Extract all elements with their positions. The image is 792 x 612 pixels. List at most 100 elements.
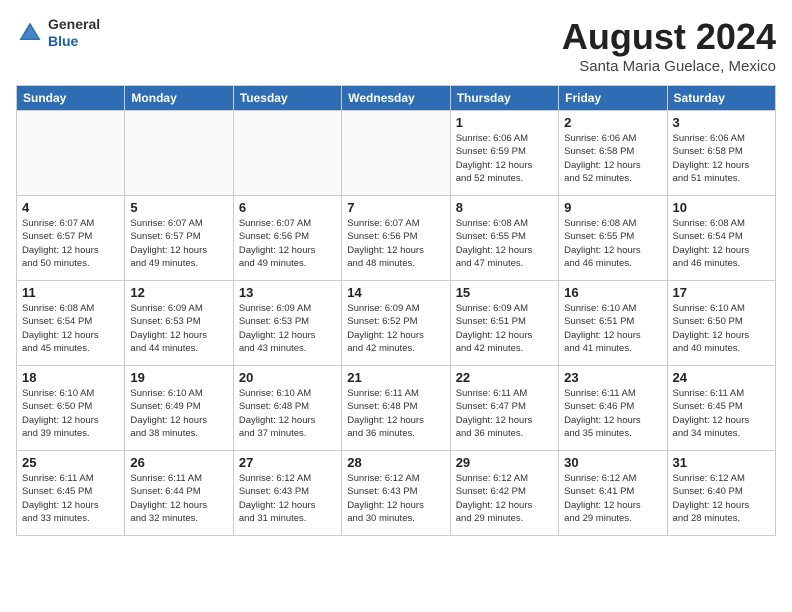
day-number: 13 bbox=[239, 285, 336, 300]
day-info: Sunrise: 6:11 AM Sunset: 6:46 PM Dayligh… bbox=[564, 387, 661, 440]
day-number: 30 bbox=[564, 455, 661, 470]
calendar-day-cell bbox=[17, 111, 125, 196]
day-number: 11 bbox=[22, 285, 119, 300]
day-number: 15 bbox=[456, 285, 553, 300]
day-info: Sunrise: 6:10 AM Sunset: 6:51 PM Dayligh… bbox=[564, 302, 661, 355]
day-number: 1 bbox=[456, 115, 553, 130]
calendar-day-cell: 5 Sunrise: 6:07 AM Sunset: 6:57 PM Daylig… bbox=[125, 196, 233, 281]
day-number: 23 bbox=[564, 370, 661, 385]
calendar-day-cell: 16 Sunrise: 6:10 AM Sunset: 6:51 PM Dayli… bbox=[559, 281, 667, 366]
calendar-day-cell: 2Sunrise: 6:06 AM Sunset: 6:58 PM Daylig… bbox=[559, 111, 667, 196]
logo-icon bbox=[16, 19, 44, 47]
day-info: Sunrise: 6:11 AM Sunset: 6:45 PM Dayligh… bbox=[673, 387, 770, 440]
day-info: Sunrise: 6:07 AM Sunset: 6:56 PM Dayligh… bbox=[239, 217, 336, 270]
calendar-table: SundayMondayTuesdayWednesdayThursdayFrid… bbox=[16, 85, 776, 536]
calendar-day-cell: 18 Sunrise: 6:10 AM Sunset: 6:50 PM Dayli… bbox=[17, 366, 125, 451]
day-number: 18 bbox=[22, 370, 119, 385]
day-info: Sunrise: 6:11 AM Sunset: 6:44 PM Dayligh… bbox=[130, 472, 227, 525]
day-info: Sunrise: 6:12 AM Sunset: 6:43 PM Dayligh… bbox=[347, 472, 444, 525]
day-number: 3 bbox=[673, 115, 770, 130]
day-number: 9 bbox=[564, 200, 661, 215]
location-subtitle: Santa Maria Guelace, Mexico bbox=[562, 58, 776, 75]
calendar-week-row: 25Sunrise: 6:11 AM Sunset: 6:45 PM Dayli… bbox=[17, 451, 776, 536]
day-number: 24 bbox=[673, 370, 770, 385]
day-info: Sunrise: 6:10 AM Sunset: 6:48 PM Dayligh… bbox=[239, 387, 336, 440]
calendar-day-cell: 1 Sunrise: 6:06 AM Sunset: 6:59 PM Daylig… bbox=[450, 111, 558, 196]
day-info: Sunrise: 6:08 AM Sunset: 6:54 PM Dayligh… bbox=[22, 302, 119, 355]
calendar-day-header: Saturday bbox=[667, 86, 775, 111]
day-info: Sunrise: 6:09 AM Sunset: 6:52 PM Dayligh… bbox=[347, 302, 444, 355]
day-number: 16 bbox=[564, 285, 661, 300]
day-number: 14 bbox=[347, 285, 444, 300]
calendar-week-row: 11 Sunrise: 6:08 AM Sunset: 6:54 PM Dayli… bbox=[17, 281, 776, 366]
calendar-day-cell: 14 Sunrise: 6:09 AM Sunset: 6:52 PM Dayli… bbox=[342, 281, 450, 366]
calendar-day-cell: 9 Sunrise: 6:08 AM Sunset: 6:55 PM Daylig… bbox=[559, 196, 667, 281]
calendar-day-cell: 8 Sunrise: 6:08 AM Sunset: 6:55 PM Daylig… bbox=[450, 196, 558, 281]
day-info: Sunrise: 6:06 AM Sunset: 6:59 PM Dayligh… bbox=[456, 132, 553, 185]
calendar-day-cell: 7Sunrise: 6:07 AM Sunset: 6:56 PM Daylig… bbox=[342, 196, 450, 281]
calendar-day-cell: 30 Sunrise: 6:12 AM Sunset: 6:41 PM Dayli… bbox=[559, 451, 667, 536]
day-number: 5 bbox=[130, 200, 227, 215]
calendar-day-cell bbox=[125, 111, 233, 196]
day-number: 20 bbox=[239, 370, 336, 385]
calendar-day-cell: 12Sunrise: 6:09 AM Sunset: 6:53 PM Dayli… bbox=[125, 281, 233, 366]
calendar-day-cell: 22Sunrise: 6:11 AM Sunset: 6:47 PM Dayli… bbox=[450, 366, 558, 451]
day-number: 19 bbox=[130, 370, 227, 385]
title-area: August 2024 Santa Maria Guelace, Mexico bbox=[562, 16, 776, 75]
calendar-day-cell: 17Sunrise: 6:10 AM Sunset: 6:50 PM Dayli… bbox=[667, 281, 775, 366]
day-info: Sunrise: 6:12 AM Sunset: 6:40 PM Dayligh… bbox=[673, 472, 770, 525]
day-info: Sunrise: 6:07 AM Sunset: 6:57 PM Dayligh… bbox=[22, 217, 119, 270]
calendar-day-cell: 24 Sunrise: 6:11 AM Sunset: 6:45 PM Dayli… bbox=[667, 366, 775, 451]
calendar-day-cell: 19Sunrise: 6:10 AM Sunset: 6:49 PM Dayli… bbox=[125, 366, 233, 451]
day-info: Sunrise: 6:11 AM Sunset: 6:45 PM Dayligh… bbox=[22, 472, 119, 525]
day-info: Sunrise: 6:06 AM Sunset: 6:58 PM Dayligh… bbox=[673, 132, 770, 185]
logo-general-text: General bbox=[48, 16, 100, 33]
day-number: 21 bbox=[347, 370, 444, 385]
calendar-day-header: Tuesday bbox=[233, 86, 341, 111]
calendar-day-header: Wednesday bbox=[342, 86, 450, 111]
day-number: 31 bbox=[673, 455, 770, 470]
day-number: 6 bbox=[239, 200, 336, 215]
calendar-day-cell: 23 Sunrise: 6:11 AM Sunset: 6:46 PM Dayli… bbox=[559, 366, 667, 451]
calendar-day-cell: 21Sunrise: 6:11 AM Sunset: 6:48 PM Dayli… bbox=[342, 366, 450, 451]
calendar-day-header: Sunday bbox=[17, 86, 125, 111]
day-number: 10 bbox=[673, 200, 770, 215]
day-info: Sunrise: 6:09 AM Sunset: 6:53 PM Dayligh… bbox=[239, 302, 336, 355]
month-title: August 2024 bbox=[562, 16, 776, 58]
day-info: Sunrise: 6:08 AM Sunset: 6:55 PM Dayligh… bbox=[456, 217, 553, 270]
calendar-day-cell bbox=[342, 111, 450, 196]
calendar-day-cell: 29 Sunrise: 6:12 AM Sunset: 6:42 PM Dayli… bbox=[450, 451, 558, 536]
calendar-week-row: 1 Sunrise: 6:06 AM Sunset: 6:59 PM Daylig… bbox=[17, 111, 776, 196]
day-info: Sunrise: 6:07 AM Sunset: 6:57 PM Dayligh… bbox=[130, 217, 227, 270]
day-info: Sunrise: 6:10 AM Sunset: 6:50 PM Dayligh… bbox=[22, 387, 119, 440]
calendar-day-header: Friday bbox=[559, 86, 667, 111]
logo-blue-text: Blue bbox=[48, 33, 100, 50]
day-info: Sunrise: 6:11 AM Sunset: 6:47 PM Dayligh… bbox=[456, 387, 553, 440]
calendar-day-cell: 15Sunrise: 6:09 AM Sunset: 6:51 PM Dayli… bbox=[450, 281, 558, 366]
day-number: 26 bbox=[130, 455, 227, 470]
calendar-week-row: 18 Sunrise: 6:10 AM Sunset: 6:50 PM Dayli… bbox=[17, 366, 776, 451]
day-number: 4 bbox=[22, 200, 119, 215]
calendar-day-cell: 31 Sunrise: 6:12 AM Sunset: 6:40 PM Dayli… bbox=[667, 451, 775, 536]
calendar-day-header: Monday bbox=[125, 86, 233, 111]
calendar-day-cell: 4 Sunrise: 6:07 AM Sunset: 6:57 PM Daylig… bbox=[17, 196, 125, 281]
day-info: Sunrise: 6:10 AM Sunset: 6:50 PM Dayligh… bbox=[673, 302, 770, 355]
logo: General Blue bbox=[16, 16, 100, 50]
calendar-week-row: 4 Sunrise: 6:07 AM Sunset: 6:57 PM Daylig… bbox=[17, 196, 776, 281]
calendar-day-cell: 25Sunrise: 6:11 AM Sunset: 6:45 PM Dayli… bbox=[17, 451, 125, 536]
logo-text: General Blue bbox=[48, 16, 100, 50]
day-info: Sunrise: 6:12 AM Sunset: 6:42 PM Dayligh… bbox=[456, 472, 553, 525]
day-number: 27 bbox=[239, 455, 336, 470]
calendar-day-cell: 10Sunrise: 6:08 AM Sunset: 6:54 PM Dayli… bbox=[667, 196, 775, 281]
day-number: 8 bbox=[456, 200, 553, 215]
calendar-day-cell: 3 Sunrise: 6:06 AM Sunset: 6:58 PM Daylig… bbox=[667, 111, 775, 196]
day-info: Sunrise: 6:08 AM Sunset: 6:55 PM Dayligh… bbox=[564, 217, 661, 270]
calendar-day-cell: 20 Sunrise: 6:10 AM Sunset: 6:48 PM Dayli… bbox=[233, 366, 341, 451]
day-number: 2 bbox=[564, 115, 661, 130]
day-number: 7 bbox=[347, 200, 444, 215]
day-number: 29 bbox=[456, 455, 553, 470]
calendar-day-cell: 28Sunrise: 6:12 AM Sunset: 6:43 PM Dayli… bbox=[342, 451, 450, 536]
calendar-day-cell: 11 Sunrise: 6:08 AM Sunset: 6:54 PM Dayli… bbox=[17, 281, 125, 366]
day-info: Sunrise: 6:12 AM Sunset: 6:41 PM Dayligh… bbox=[564, 472, 661, 525]
calendar-day-cell: 27Sunrise: 6:12 AM Sunset: 6:43 PM Dayli… bbox=[233, 451, 341, 536]
